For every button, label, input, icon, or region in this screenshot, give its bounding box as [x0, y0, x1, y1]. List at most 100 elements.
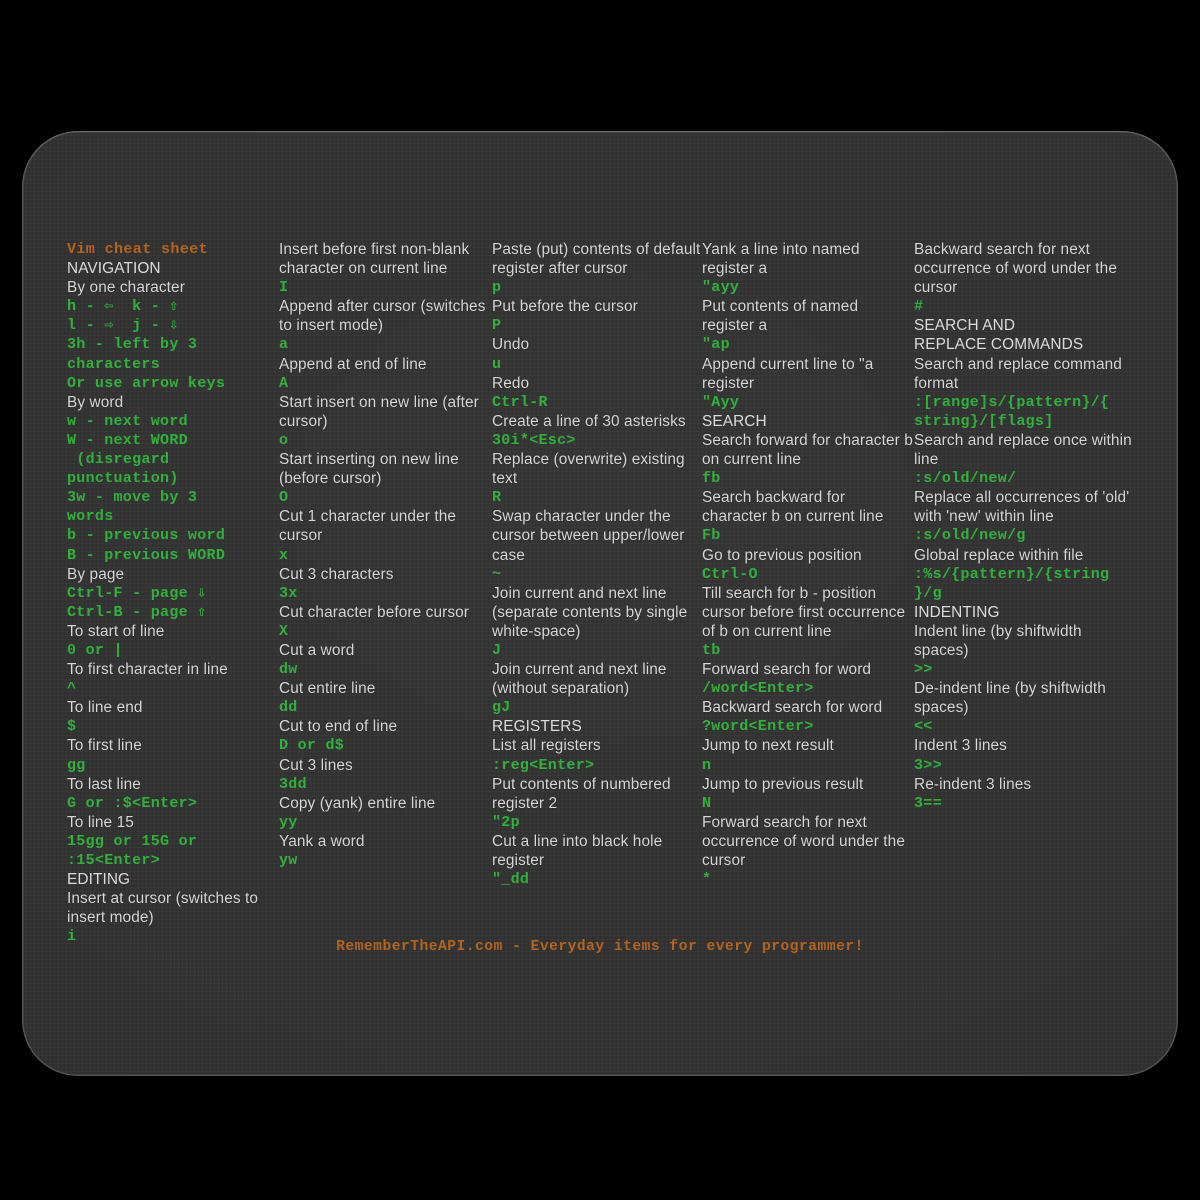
command-description: De-indent line (by shiftwidth spaces) [914, 680, 1111, 717]
vim-command: Fb [702, 527, 721, 545]
cheat-sheet-title: Vim cheat sheet [67, 241, 209, 258]
section-heading: REPLACE COMMANDS [914, 336, 1084, 354]
vim-command: 3== [914, 794, 942, 812]
vim-command: words [67, 508, 114, 526]
vim-command: u [492, 355, 502, 373]
vim-command: :15<Enter> [67, 852, 161, 869]
section-heading: SEARCH AND [914, 317, 1016, 335]
vim-command: 3h - left by 3 [67, 336, 198, 354]
vim-command: "ap [702, 336, 730, 354]
vim-command: A [279, 374, 289, 392]
command-description: Forward search for word [702, 661, 872, 679]
command-description: Append at end of line [279, 355, 427, 373]
vim-command: "2p [492, 813, 520, 831]
section-heading: SEARCH [702, 412, 767, 430]
command-description: Redo [492, 374, 530, 392]
vim-command: ~ [492, 565, 502, 583]
command-description: Undo [492, 336, 530, 354]
vim-command: ^ [67, 680, 77, 698]
vim-command: J [492, 641, 502, 659]
vim-command: 0 or | [67, 641, 123, 659]
vim-command: dd [279, 699, 298, 717]
vim-command: P [492, 317, 502, 335]
vim-command: "Ayy [702, 393, 740, 411]
vim-command: l - ⇨ j - ⇩ [67, 317, 179, 335]
vim-command: yy [279, 813, 298, 831]
screenshot-canvas: Vim cheat sheet NAVIGATION By one characte… [0, 0, 1200, 1200]
vim-command: 3>> [914, 756, 942, 774]
command-description: Forward search for next occurrence of wo… [702, 813, 910, 869]
command-description: By one character [67, 279, 185, 297]
command-description: Search and replace once within line [914, 431, 1137, 469]
command-description: Paste (put) contents of default register… [492, 241, 705, 278]
vim-command: "ayy [702, 279, 740, 297]
command-description: Cut 3 characters [279, 565, 394, 583]
vim-command: :s/old/new/g [914, 527, 1026, 545]
cheat-sheet-column-5: Backward search for next occurrence of w… [914, 240, 1139, 813]
cheat-sheet-column-4: Yank a line into named register a "ayy Put… [702, 240, 914, 889]
vim-command: string}/[flags] [914, 412, 1054, 430]
vim-command: :%s/{pattern}/{string [914, 565, 1110, 583]
command-description: Jump to previous result [702, 775, 864, 793]
command-description: Join current and next line (separate con… [492, 584, 692, 640]
vim-command: W - next WORD [67, 431, 188, 449]
vim-command: I [279, 279, 289, 297]
vim-command: (disregard [67, 451, 170, 469]
command-description: Go to previous position [702, 546, 862, 564]
command-description: Backward search for next occurrence of w… [914, 241, 1122, 297]
command-description: Search backward for character b on curre… [702, 489, 884, 526]
command-description: Yank a word [279, 832, 365, 850]
section-heading: REGISTERS [492, 718, 582, 736]
vim-command: dw [279, 661, 298, 679]
vim-command: fb [702, 470, 721, 488]
vim-command: characters [67, 355, 161, 373]
vim-command: $ [67, 718, 77, 736]
vim-command: O [279, 489, 289, 507]
command-description: Create a line of 30 asterisks [492, 412, 686, 430]
vim-command: 15gg or 15G or [67, 832, 198, 850]
vim-command: :reg<Enter> [492, 756, 595, 774]
vim-command: :s/old/new/ [914, 470, 1017, 488]
command-description: Global replace within file [914, 546, 1084, 564]
command-description: Replace all occurrences of 'old' with 'n… [914, 489, 1134, 526]
command-description: Start inserting on new line (before curs… [279, 451, 464, 488]
command-description: Start insert on new line (after cursor) [279, 393, 484, 430]
vim-command: "_dd [492, 871, 530, 889]
command-description: To line end [67, 699, 143, 717]
vim-command: 30i*<Esc> [492, 431, 576, 449]
vim-command: h - ⇦ k - ⇧ [67, 298, 179, 316]
section-heading: INDENTING [914, 603, 1000, 621]
command-description: Search forward for character b on curren… [702, 431, 918, 469]
vim-command: a [279, 336, 289, 354]
command-description: Jump to next result [702, 737, 834, 755]
vim-command: o [279, 431, 289, 449]
vim-command: x [279, 546, 289, 564]
command-description: Insert before first non-blank character … [279, 241, 474, 278]
command-description: Swap character under the cursor between … [492, 508, 689, 564]
command-description: List all registers [492, 737, 601, 755]
command-description: Cut 3 lines [279, 756, 353, 774]
vim-command: B - previous WORD [67, 546, 226, 564]
command-description: Cut 1 character under the cursor [279, 508, 461, 545]
command-description: Yank a line into named register a [702, 241, 865, 278]
cheat-sheet-column-3: Paste (put) contents of default register… [492, 240, 702, 889]
command-description: To first line [67, 737, 142, 755]
cheat-sheet-columns: Vim cheat sheet NAVIGATION By one characte… [67, 240, 1139, 946]
command-description: Cut a word [279, 641, 355, 659]
vim-command: Or use arrow keys [67, 374, 226, 392]
vim-command: b - previous word [67, 527, 226, 545]
command-description: Cut character before cursor [279, 603, 470, 621]
vim-command: ?word<Enter> [702, 718, 814, 736]
vim-command: yw [279, 852, 298, 869]
command-description: Put contents of numbered register 2 [492, 775, 676, 812]
vim-command: Ctrl-B - page ⇧ [67, 603, 207, 621]
vim-command: >> [914, 661, 933, 679]
vim-command: 3x [279, 584, 298, 602]
section-heading: NAVIGATION [67, 260, 161, 278]
command-description: Copy (yank) entire line [279, 794, 436, 812]
vim-command: n [702, 756, 712, 774]
vim-command: # [914, 298, 924, 316]
command-description: Append after cursor (switches to insert … [279, 298, 490, 335]
vim-command: tb [702, 641, 721, 659]
command-description: Insert at cursor (switches to insert mod… [67, 890, 263, 927]
